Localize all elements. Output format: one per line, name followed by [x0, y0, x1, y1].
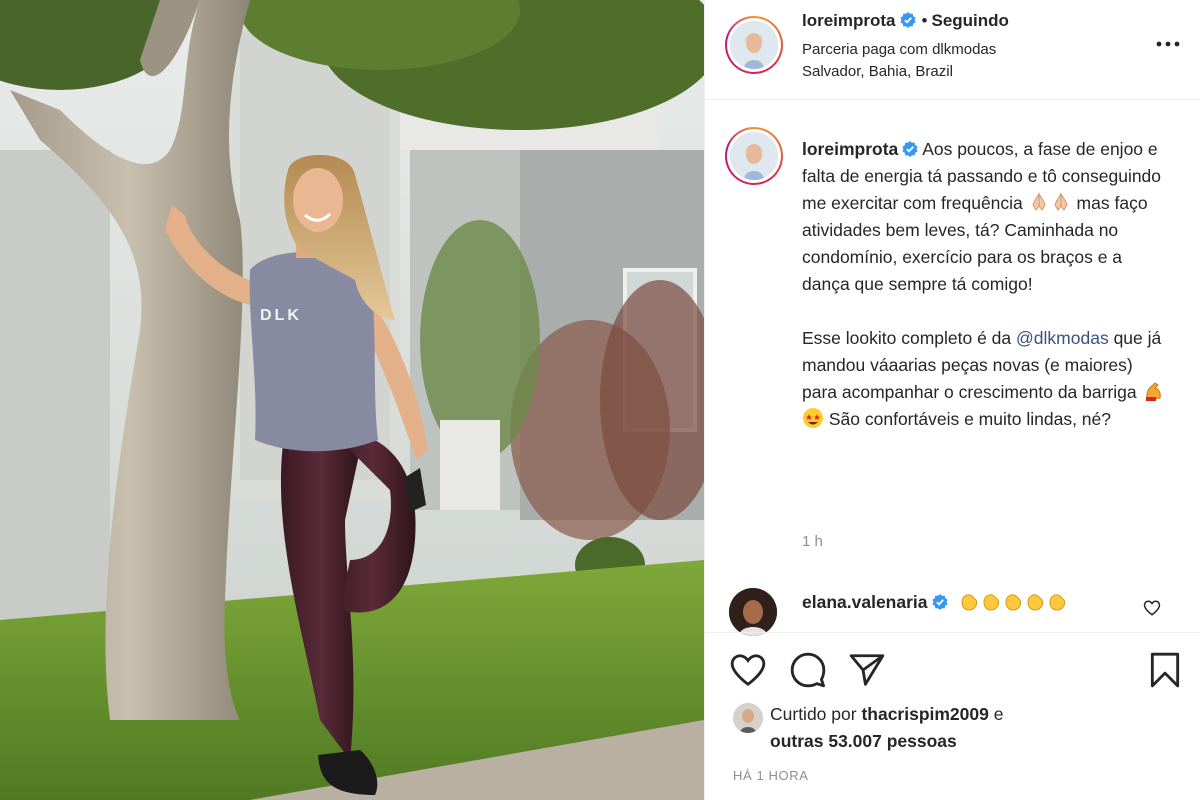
liked-by-prefix: Curtido por [770, 704, 862, 724]
more-horizontal-icon[interactable] [1155, 34, 1181, 54]
caption-text-5: São confortáveis e muito lindas, né? [828, 409, 1111, 429]
bookmark-icon[interactable] [1146, 651, 1184, 689]
commenter-username[interactable]: elana.valenaria [802, 592, 928, 612]
author-avatar[interactable] [725, 16, 783, 74]
clapping-hands-emoji-icon [1049, 594, 1066, 611]
liked-by-suffix: e [988, 704, 1004, 724]
flexed-biceps-emoji-icon [1145, 382, 1161, 401]
mention-link[interactable]: @dlkmodas [1016, 328, 1109, 348]
clapping-hands-emoji-icon [961, 594, 978, 611]
post-timestamp[interactable]: HÁ 1 HORA [733, 768, 808, 783]
clapping-hands-emoji-icon [1005, 594, 1022, 611]
post-side-panel: loreimprota • Seguindo Parceria paga com d… [704, 0, 1200, 800]
partnership-prefix: Parceria paga com [802, 41, 933, 58]
commenter-avatar-image [729, 588, 777, 636]
follow-status-button[interactable]: Seguindo [931, 11, 1008, 30]
post-caption: loreimprota Aos poucos, a fase de enjoo … [802, 136, 1172, 433]
post-header: loreimprota • Seguindo Parceria paga com d… [705, 0, 1200, 100]
commenter-avatar[interactable] [729, 588, 777, 636]
liker-avatar[interactable] [733, 703, 763, 733]
folded-hands-emoji-icon [1054, 192, 1068, 211]
verified-badge-icon [931, 594, 948, 610]
liked-by-text: Curtido por thacrispim2009 e [770, 704, 1003, 725]
caption-username[interactable]: loreimprota [802, 139, 898, 159]
caption-text-3: Esse lookito completo é da [802, 328, 1012, 348]
comment-bubble-icon[interactable] [789, 651, 827, 689]
folded-hands-emoji-icon [1032, 192, 1046, 211]
post-photo-image: DLK [0, 0, 704, 800]
location-link[interactable]: Salvador, Bahia, Brazil [802, 63, 953, 80]
separator-dot: • [921, 11, 928, 30]
paper-plane-icon[interactable] [848, 651, 886, 689]
likes-count-link[interactable]: outras 53.007 pessoas [770, 731, 957, 752]
partnership-brand-link[interactable]: dlkmodas [932, 41, 996, 58]
verified-badge-icon [902, 141, 918, 157]
paid-partnership-label: Parceria paga com dlkmodas [802, 41, 996, 58]
comment-like-heart-icon[interactable] [1143, 599, 1161, 617]
post-actions: Curtido por thacrispim2009 e outras 53.0… [705, 632, 1200, 800]
author-username[interactable]: loreimprota [802, 11, 896, 30]
liker-avatar-image [733, 703, 763, 733]
star-struck-emoji-icon [803, 408, 823, 428]
liked-by-user-link[interactable]: thacrispim2009 [861, 704, 988, 724]
clapping-hands-emoji-icon [1027, 594, 1044, 611]
comment-row: elana.valenaria [705, 580, 1200, 636]
comment-emojis [958, 592, 1068, 612]
caption-avatar-image [730, 132, 778, 180]
verified-badge-icon [899, 12, 916, 28]
caption-paragraph-2: Esse lookito completo é da @dlkmodas que… [802, 325, 1172, 433]
shirt-logo: DLK [260, 307, 302, 324]
heart-icon[interactable] [729, 651, 767, 689]
author-avatar-image [730, 21, 778, 69]
clapping-hands-emoji-icon [983, 594, 1000, 611]
post-photo[interactable]: DLK [0, 0, 704, 800]
caption-paragraph-1: loreimprota Aos poucos, a fase de enjoo … [802, 136, 1172, 298]
caption-author-avatar[interactable] [725, 127, 783, 185]
caption-timestamp[interactable]: 1 h [802, 533, 823, 550]
